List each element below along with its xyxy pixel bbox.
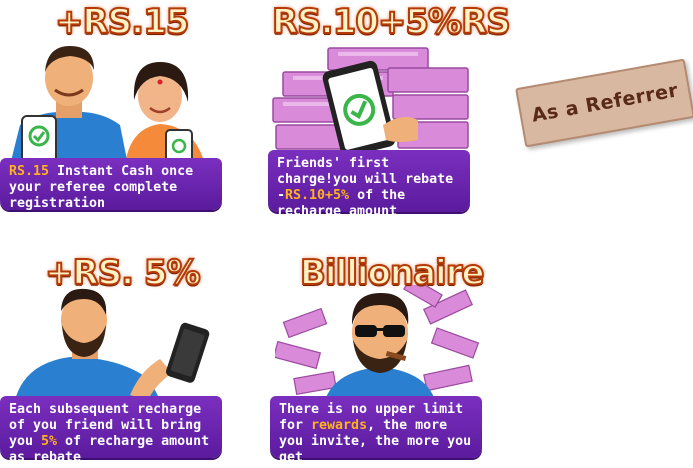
- card-headline: Billionaire: [299, 252, 486, 294]
- bearded-man-phone-illustration: [15, 288, 210, 400]
- card-description: Each subsequent recharge of you friend w…: [0, 396, 222, 465]
- card-headline: RS.10+5%RS: [271, 1, 512, 43]
- card-description: There is no upper limit for rewards, the…: [270, 396, 482, 465]
- couple-phones-illustration: [10, 46, 205, 165]
- referrer-stamp: As a Referrer: [515, 58, 693, 148]
- card-description: RS.15 Instant Cash once your referee com…: [0, 158, 222, 211]
- highlight-text: RS.15: [9, 164, 50, 179]
- highlight-text: RS.10+5%: [285, 188, 350, 203]
- highlight-text: 5%: [41, 434, 58, 449]
- card-headline: +RS.15: [54, 1, 190, 43]
- cash-stack-phone-illustration: [272, 47, 469, 155]
- sunglasses-man-cash-illustration: [275, 285, 480, 400]
- card-headline: +RS. 5%: [44, 252, 202, 294]
- card-description: Friends' first charge!you will rebate -R…: [268, 150, 470, 219]
- highlight-text: rewards: [311, 418, 368, 433]
